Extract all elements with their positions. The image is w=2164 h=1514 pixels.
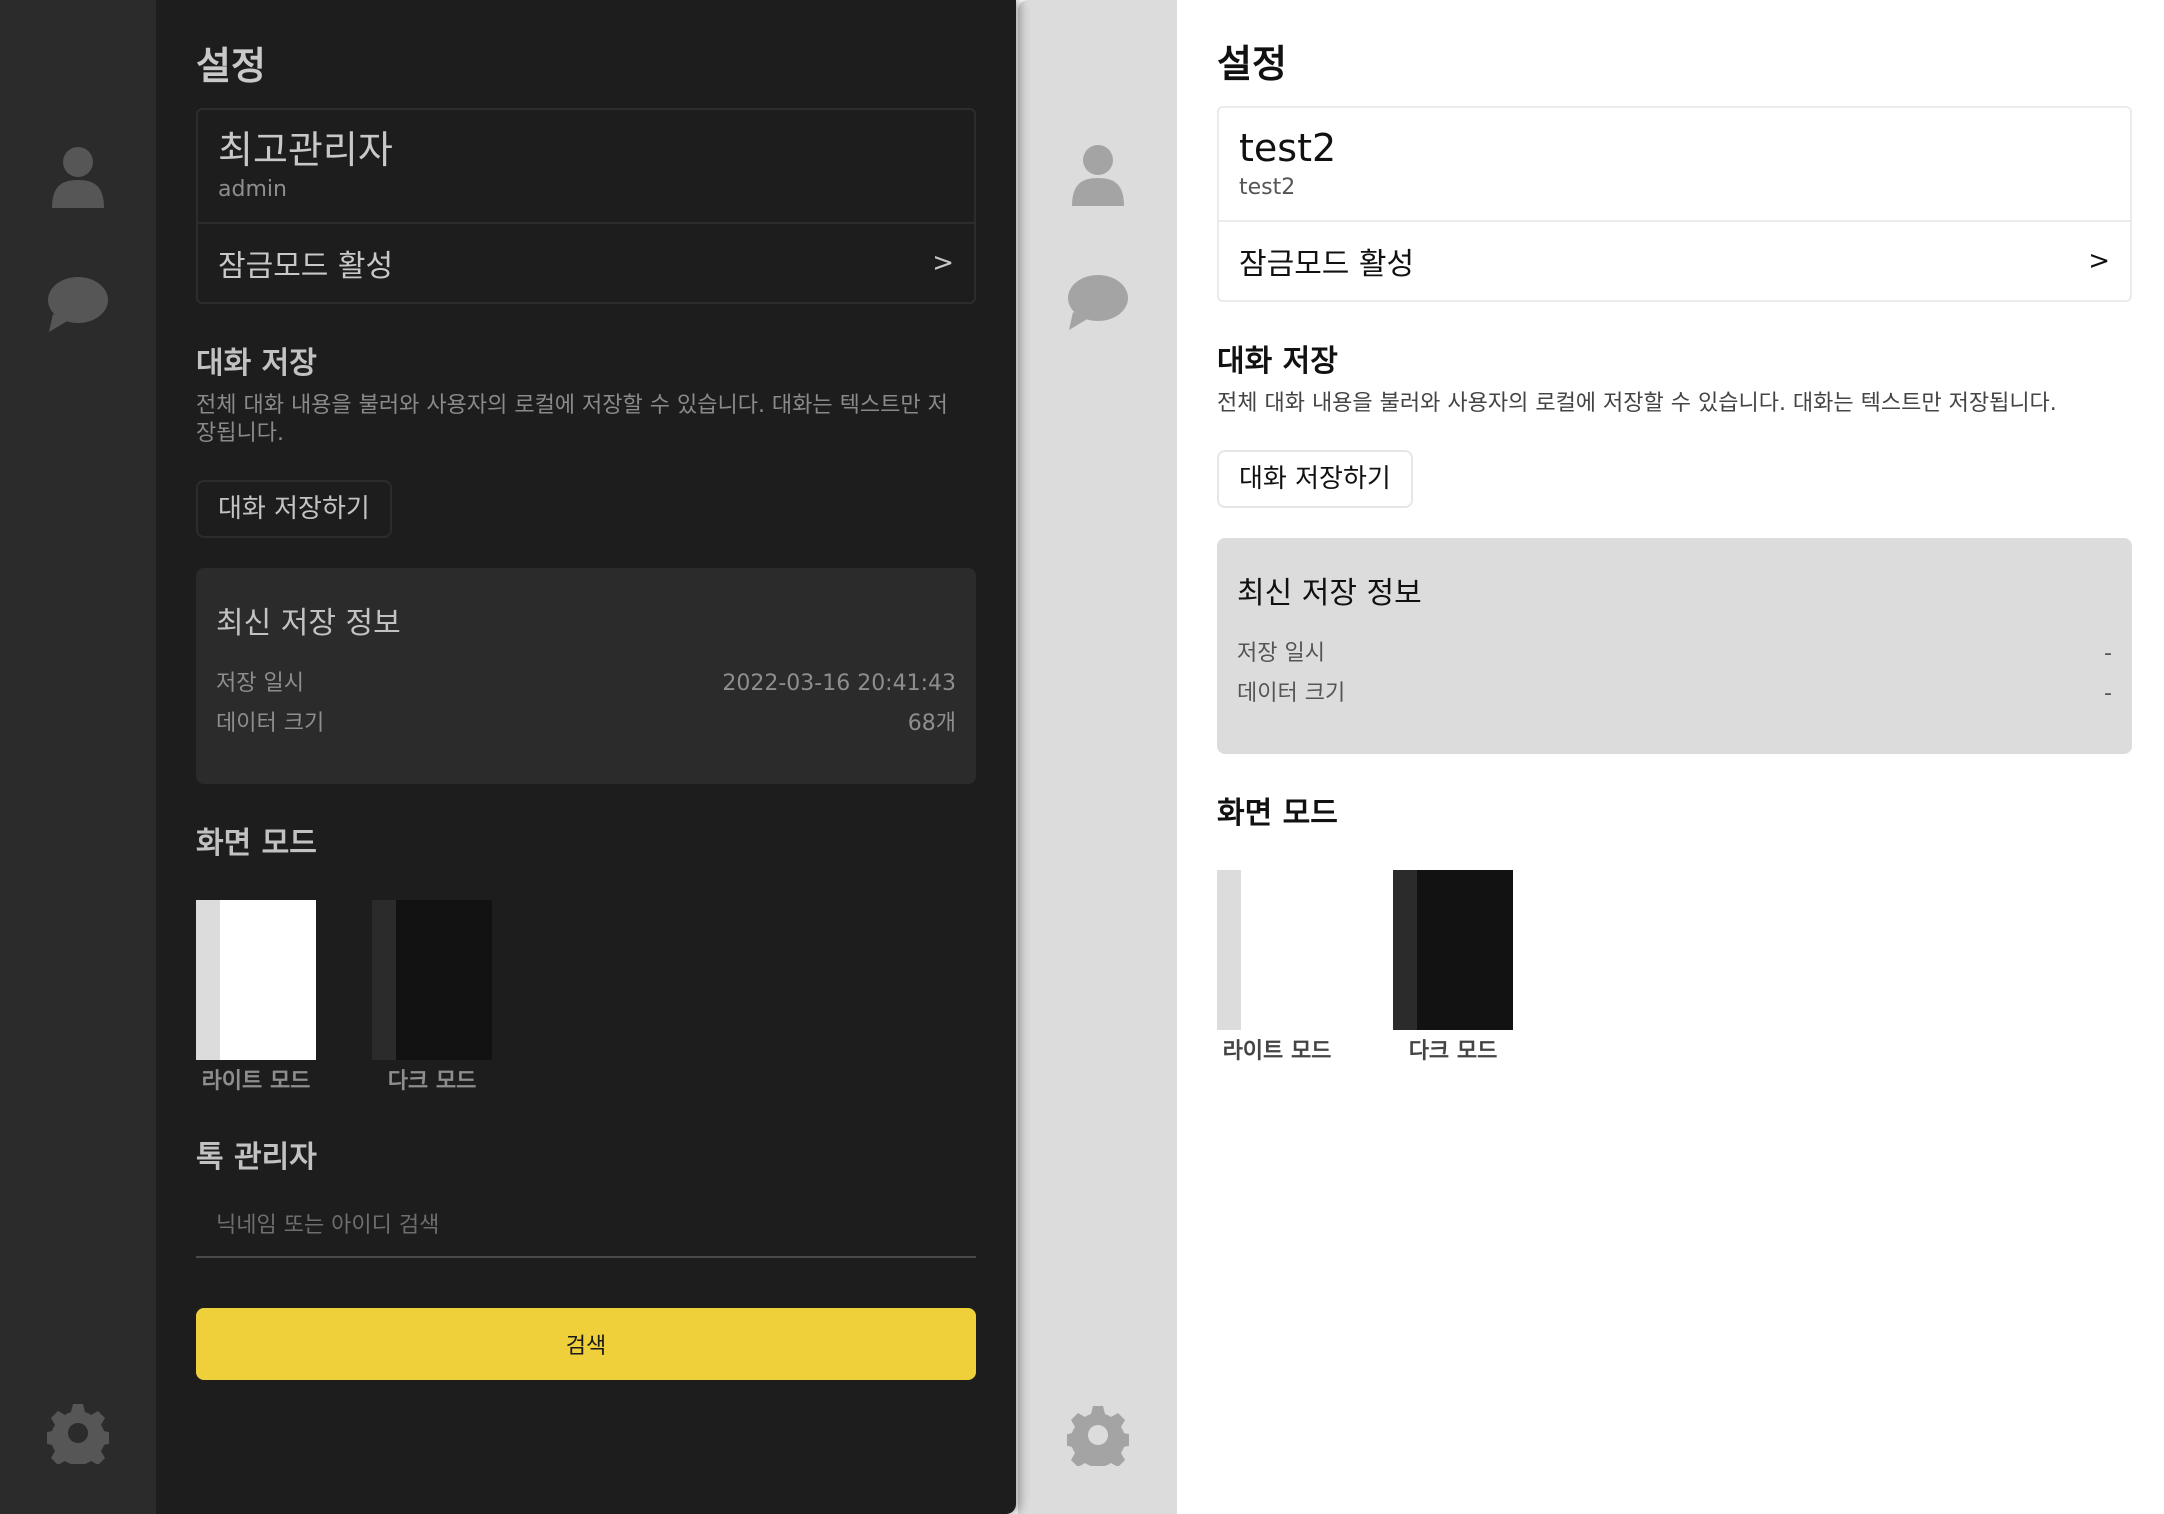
chat-save-title: 대화 저장 xyxy=(1217,344,1338,379)
lock-mode-row[interactable]: 잠금모드 활성 > xyxy=(1219,222,2130,300)
settings-panel: 설정 최고관리자 admin 잠금모드 활성 > 대화 저장 전체 대화 내용을… xyxy=(156,0,1016,1514)
lock-mode-label: 잠금모드 활성 xyxy=(218,249,394,284)
lock-mode-row[interactable]: 잠금모드 활성 > xyxy=(198,224,974,302)
profile-id: admin xyxy=(218,177,287,202)
info-row-save-date: 저장 일시 - xyxy=(1237,634,2112,674)
info-value: 68개 xyxy=(907,711,956,736)
chat-bubble-icon[interactable] xyxy=(1018,274,1177,330)
page-title: 설정 xyxy=(196,44,266,88)
screen-mode-title: 화면 모드 xyxy=(196,826,317,861)
light-mode-label: 라이트 모드 xyxy=(201,1069,311,1094)
info-label: 데이터 크기 xyxy=(216,711,325,736)
search-button[interactable]: 검색 xyxy=(196,1308,976,1380)
info-row-data-size: 데이터 크기 68개 xyxy=(216,704,956,744)
settings-panel: 설정 test2 test2 잠금모드 활성 > 대화 저장 전체 대화 내용을… xyxy=(1177,0,2164,1514)
profile-name: test2 xyxy=(1239,126,1337,170)
light-mode-thumbnail[interactable] xyxy=(1217,870,1337,1030)
dark-mode-option[interactable]: 다크 모드 xyxy=(1393,870,1513,1068)
latest-save-info-title: 최신 저장 정보 xyxy=(1237,576,1422,611)
lock-mode-label: 잠금모드 활성 xyxy=(1239,247,1415,282)
info-label: 저장 일시 xyxy=(216,671,304,696)
light-mode-thumbnail[interactable] xyxy=(196,900,316,1060)
latest-save-info: 최신 저장 정보 저장 일시 2022-03-16 20:41:43 데이터 크… xyxy=(196,568,976,784)
sidebar xyxy=(0,0,156,1514)
profile-info: 최고관리자 admin xyxy=(198,110,974,224)
dark-mode-label: 다크 모드 xyxy=(387,1069,477,1094)
info-value: 2022-03-16 20:41:43 xyxy=(722,671,956,696)
gear-icon[interactable] xyxy=(1018,1404,1177,1466)
save-chat-button[interactable]: 대화 저장하기 xyxy=(196,480,392,538)
sidebar xyxy=(1018,0,1177,1514)
screen-mode-title: 화면 모드 xyxy=(1217,796,1338,831)
profile-name: 최고관리자 xyxy=(218,128,393,172)
info-value: - xyxy=(2104,681,2112,706)
dark-mode-window: 설정 최고관리자 admin 잠금모드 활성 > 대화 저장 전체 대화 내용을… xyxy=(0,0,1016,1514)
person-icon[interactable] xyxy=(1018,144,1177,206)
dark-mode-thumbnail[interactable] xyxy=(1393,870,1513,1030)
info-row-data-size: 데이터 크기 - xyxy=(1237,674,2112,714)
dark-mode-label: 다크 모드 xyxy=(1408,1039,1498,1064)
light-mode-option[interactable]: 라이트 모드 xyxy=(1217,870,1337,1068)
light-mode-window: 설정 test2 test2 잠금모드 활성 > 대화 저장 전체 대화 내용을… xyxy=(1018,0,2164,1514)
person-icon[interactable] xyxy=(0,146,156,208)
gear-icon[interactable] xyxy=(0,1402,156,1464)
talk-admin-title: 톡 관리자 xyxy=(196,1140,317,1175)
latest-save-info: 최신 저장 정보 저장 일시 - 데이터 크기 - xyxy=(1217,538,2132,754)
info-row-save-date: 저장 일시 2022-03-16 20:41:43 xyxy=(216,664,956,704)
chevron-right-icon: > xyxy=(2088,246,2110,276)
light-mode-option[interactable]: 라이트 모드 xyxy=(196,900,316,1098)
chevron-right-icon: > xyxy=(932,248,954,278)
screen-mode-options: 라이트 모드 다크 모드 xyxy=(196,900,976,1098)
profile-card: test2 test2 잠금모드 활성 > xyxy=(1217,106,2132,302)
profile-id: test2 xyxy=(1239,175,1296,200)
dark-mode-option[interactable]: 다크 모드 xyxy=(372,900,492,1098)
latest-save-info-title: 최신 저장 정보 xyxy=(216,606,401,641)
info-value: - xyxy=(2104,641,2112,666)
screen-mode-options: 라이트 모드 다크 모드 xyxy=(1217,870,2132,1068)
page-title: 설정 xyxy=(1217,42,1287,86)
profile-card: 최고관리자 admin 잠금모드 활성 > xyxy=(196,108,976,304)
chat-save-description: 전체 대화 내용을 불러와 사용자의 로컬에 저장할 수 있습니다. 대화는 텍… xyxy=(1217,391,2057,416)
chat-save-title: 대화 저장 xyxy=(196,346,317,381)
info-label: 저장 일시 xyxy=(1237,641,1325,666)
search-input[interactable] xyxy=(196,1212,976,1238)
dark-mode-thumbnail[interactable] xyxy=(372,900,492,1060)
profile-info: test2 test2 xyxy=(1219,108,2130,222)
chat-bubble-icon[interactable] xyxy=(0,276,156,332)
save-chat-button[interactable]: 대화 저장하기 xyxy=(1217,450,1413,508)
chat-save-description: 전체 대화 내용을 불러와 사용자의 로컬에 저장할 수 있습니다. 대화는 텍… xyxy=(196,393,948,446)
light-mode-label: 라이트 모드 xyxy=(1222,1039,1332,1064)
search-field xyxy=(196,1194,976,1258)
info-label: 데이터 크기 xyxy=(1237,681,1346,706)
